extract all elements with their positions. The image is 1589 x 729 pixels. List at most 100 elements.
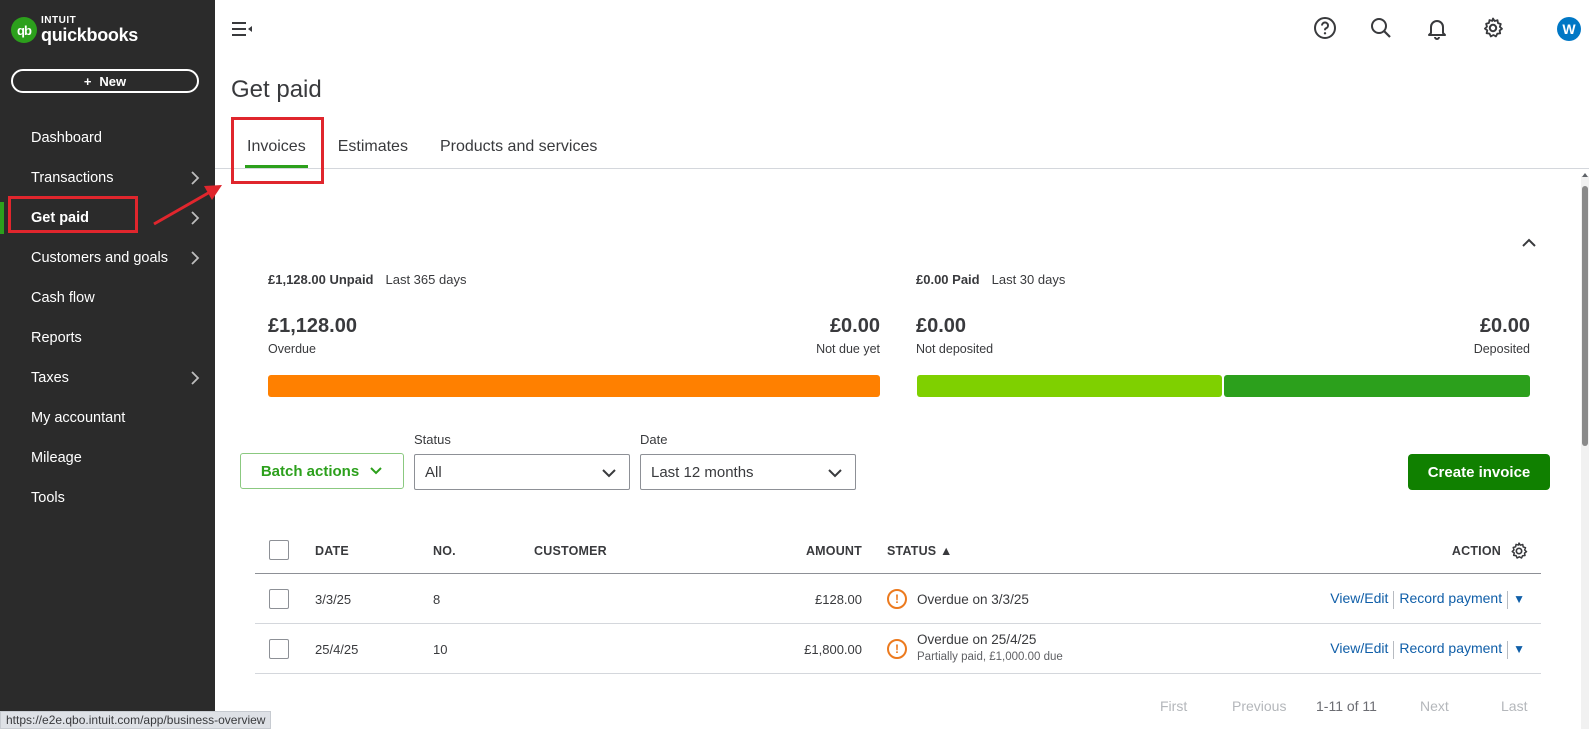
sidebar-item-label: Customers and goals [31,250,169,266]
table-row[interactable]: 25/4/25 10 £1,800.00 ! Overdue on 25/4/2… [255,624,1541,674]
sidebar-item-tools[interactable]: Tools [0,478,215,518]
row-amount: £1,800.00 [804,642,862,657]
sidebar-item-mileage[interactable]: Mileage [0,438,215,478]
overdue-label: Overdue [268,342,316,356]
select-all-checkbox[interactable] [269,540,289,560]
pager-count: 1-11 of 11 [1316,698,1377,714]
date-filter-value: Last 12 months [651,463,754,481]
new-button[interactable]: + New [11,69,199,93]
paid-summary: £0.00 Paid Last 30 days [916,272,1065,287]
row-checkbox[interactable] [269,589,289,609]
row-status-detail: Partially paid, £1,000.00 due [917,651,1063,663]
chevron-down-icon [602,469,616,478]
collapse-summary-chevron-icon[interactable] [1520,236,1538,250]
column-header-date[interactable]: DATE [315,544,349,558]
sidebar-item-get-paid[interactable]: Get paid [0,198,215,238]
action-divider [1393,590,1395,609]
chevron-right-icon [191,371,200,385]
date-filter-select[interactable]: Last 12 months [640,454,856,490]
sidebar-item-dashboard[interactable]: Dashboard [0,118,215,158]
sidebar-item-customers-and-goals[interactable]: Customers and goals [0,238,215,278]
sidebar-item-reports[interactable]: Reports [0,318,215,358]
batch-actions-label: Batch actions [260,462,360,480]
tab-bar: Invoices Estimates Products and services [231,128,613,168]
sidebar-item-cash-flow[interactable]: Cash flow [0,278,215,318]
sidebar-item-label: Tools [31,490,65,506]
table-row[interactable]: 3/3/25 8 £128.00 ! Overdue on 3/3/25 Vie… [255,574,1541,624]
new-button-label: New [99,73,127,89]
sidebar-item-my-accountant[interactable]: My accountant [0,398,215,438]
gear-icon[interactable] [1479,14,1507,42]
quickbooks-logo[interactable]: qb INTUIT quickbooks [11,16,138,44]
pager-last[interactable]: Last [1501,698,1527,714]
chevron-right-icon [191,171,200,185]
more-actions-caret-icon[interactable]: ▼ [1513,592,1525,606]
column-header-status[interactable]: STATUS ▲ [887,544,953,558]
batch-actions-button[interactable]: Batch actions [240,453,404,489]
row-number: 10 [433,642,448,657]
action-divider [1507,640,1509,659]
column-header-customer[interactable]: CUSTOMER [534,544,607,558]
unpaid-summary: £1,128.00 Unpaid Last 365 days [268,272,466,287]
date-filter-label: Date [640,432,668,447]
overdue-bar[interactable] [268,375,880,397]
record-payment-link[interactable]: Record payment [1399,640,1502,656]
pager-first[interactable]: First [1160,698,1187,714]
plus-icon: + [83,73,92,89]
menu-collapse-icon[interactable] [232,20,254,38]
chevron-right-icon [191,251,200,265]
deposited-amount[interactable]: £0.00 [1410,315,1530,338]
status-filter-label: Status [414,432,451,447]
column-header-amount[interactable]: AMOUNT [755,544,862,558]
tab-products-and-services[interactable]: Products and services [424,128,613,168]
page-scrollbar-thumb[interactable] [1582,186,1588,446]
user-avatar[interactable]: W [1557,17,1581,41]
row-date: 25/4/25 [315,642,359,657]
pager-previous[interactable]: Previous [1232,698,1286,714]
table-settings-gear-icon[interactable] [1509,541,1529,561]
sidebar-item-label: Taxes [31,370,69,386]
chevron-right-icon [191,211,200,225]
column-header-action: ACTION [1451,544,1501,558]
browser-url-status: https://e2e.qbo.intuit.com/app/business-… [0,711,272,729]
status-filter-value: All [425,463,442,481]
bell-icon[interactable] [1423,14,1451,42]
overdue-alert-icon: ! [887,639,907,659]
tabs-divider [215,168,1589,169]
create-invoice-button[interactable]: Create invoice [1408,454,1550,490]
not-deposited-bar[interactable] [917,375,1222,397]
record-payment-link[interactable]: Record payment [1399,590,1502,606]
search-icon[interactable] [1367,14,1395,42]
logo-wordmark: INTUIT quickbooks [41,16,139,45]
chevron-down-icon [370,467,382,475]
view-edit-link[interactable]: View/Edit [1330,590,1388,606]
sidebar-item-label: Get paid [31,210,90,226]
logo-product-text: quickbooks [41,25,139,45]
row-date: 3/3/25 [315,592,352,607]
unpaid-range: Last 365 days [385,272,467,287]
status-filter-select[interactable]: All [414,454,630,490]
sidebar-item-label: My accountant [31,410,126,426]
row-checkbox[interactable] [269,639,289,659]
not-deposited-amount[interactable]: £0.00 [916,315,966,338]
sidebar-item-transactions[interactable]: Transactions [0,158,215,198]
tab-estimates[interactable]: Estimates [322,128,424,168]
paid-heading: £0.00 Paid Last 30 days [916,272,1065,287]
view-edit-link[interactable]: View/Edit [1330,640,1388,656]
row-status: Overdue on 3/3/25 [917,592,1029,607]
not-due-amount[interactable]: £0.00 [760,315,880,338]
sidebar-item-label: Transactions [31,170,114,186]
sidebar-item-label: Cash flow [31,290,95,306]
help-icon[interactable] [1311,14,1339,42]
not-deposited-label: Not deposited [916,342,994,356]
deposited-bar[interactable] [1224,375,1530,397]
column-header-no[interactable]: NO. [433,544,456,558]
paid-total: £0.00 Paid [916,272,980,287]
more-actions-caret-icon[interactable]: ▼ [1513,642,1525,656]
overdue-amount[interactable]: £1,128.00 [268,315,357,338]
pager-next[interactable]: Next [1420,698,1449,714]
scroll-up-arrow-icon[interactable] [1581,170,1589,180]
tab-invoices[interactable]: Invoices [231,128,322,168]
chevron-down-icon [828,469,842,478]
sidebar-item-taxes[interactable]: Taxes [0,358,215,398]
